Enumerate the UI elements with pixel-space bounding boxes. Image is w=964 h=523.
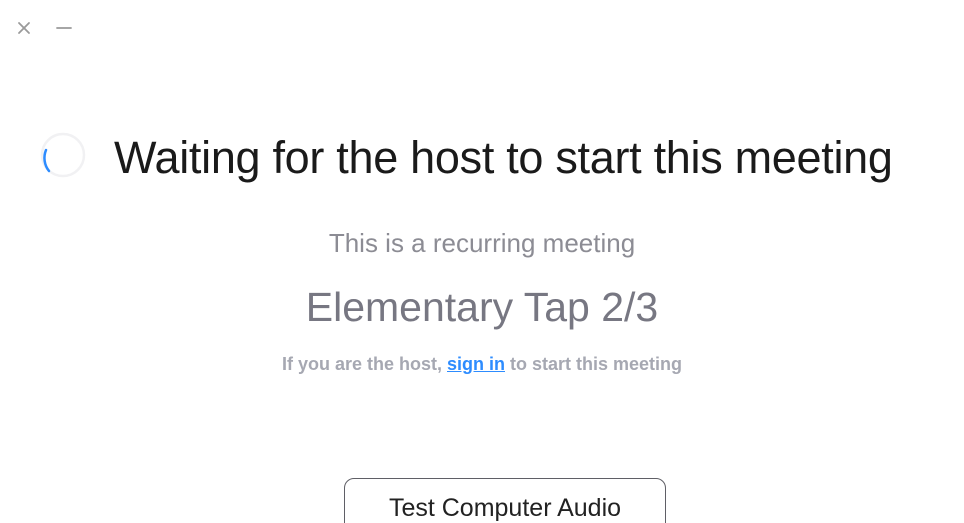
host-sign-in-prompt: If you are the host, sign in to start th… (0, 350, 964, 378)
minimize-icon (56, 27, 72, 29)
minimize-button[interactable] (54, 18, 74, 38)
window-controls (14, 16, 74, 40)
meeting-topic: Elementary Tap 2/3 (305, 284, 659, 330)
close-button[interactable] (14, 18, 34, 38)
host-prompt-suffix: to start this meeting (505, 354, 683, 374)
recurring-meeting-label: This is a recurring meeting (328, 228, 636, 258)
sign-in-link[interactable]: sign in (447, 354, 505, 374)
test-computer-audio-button[interactable]: Test Computer Audio (344, 478, 666, 523)
host-prompt-prefix: If you are the host, (281, 354, 447, 374)
waiting-title: Waiting for the host to start this meeti… (114, 132, 893, 183)
waiting-room-window: Waiting for the host to start this meeti… (0, 0, 964, 523)
close-icon (18, 22, 30, 34)
loading-spinner-icon (40, 132, 86, 178)
